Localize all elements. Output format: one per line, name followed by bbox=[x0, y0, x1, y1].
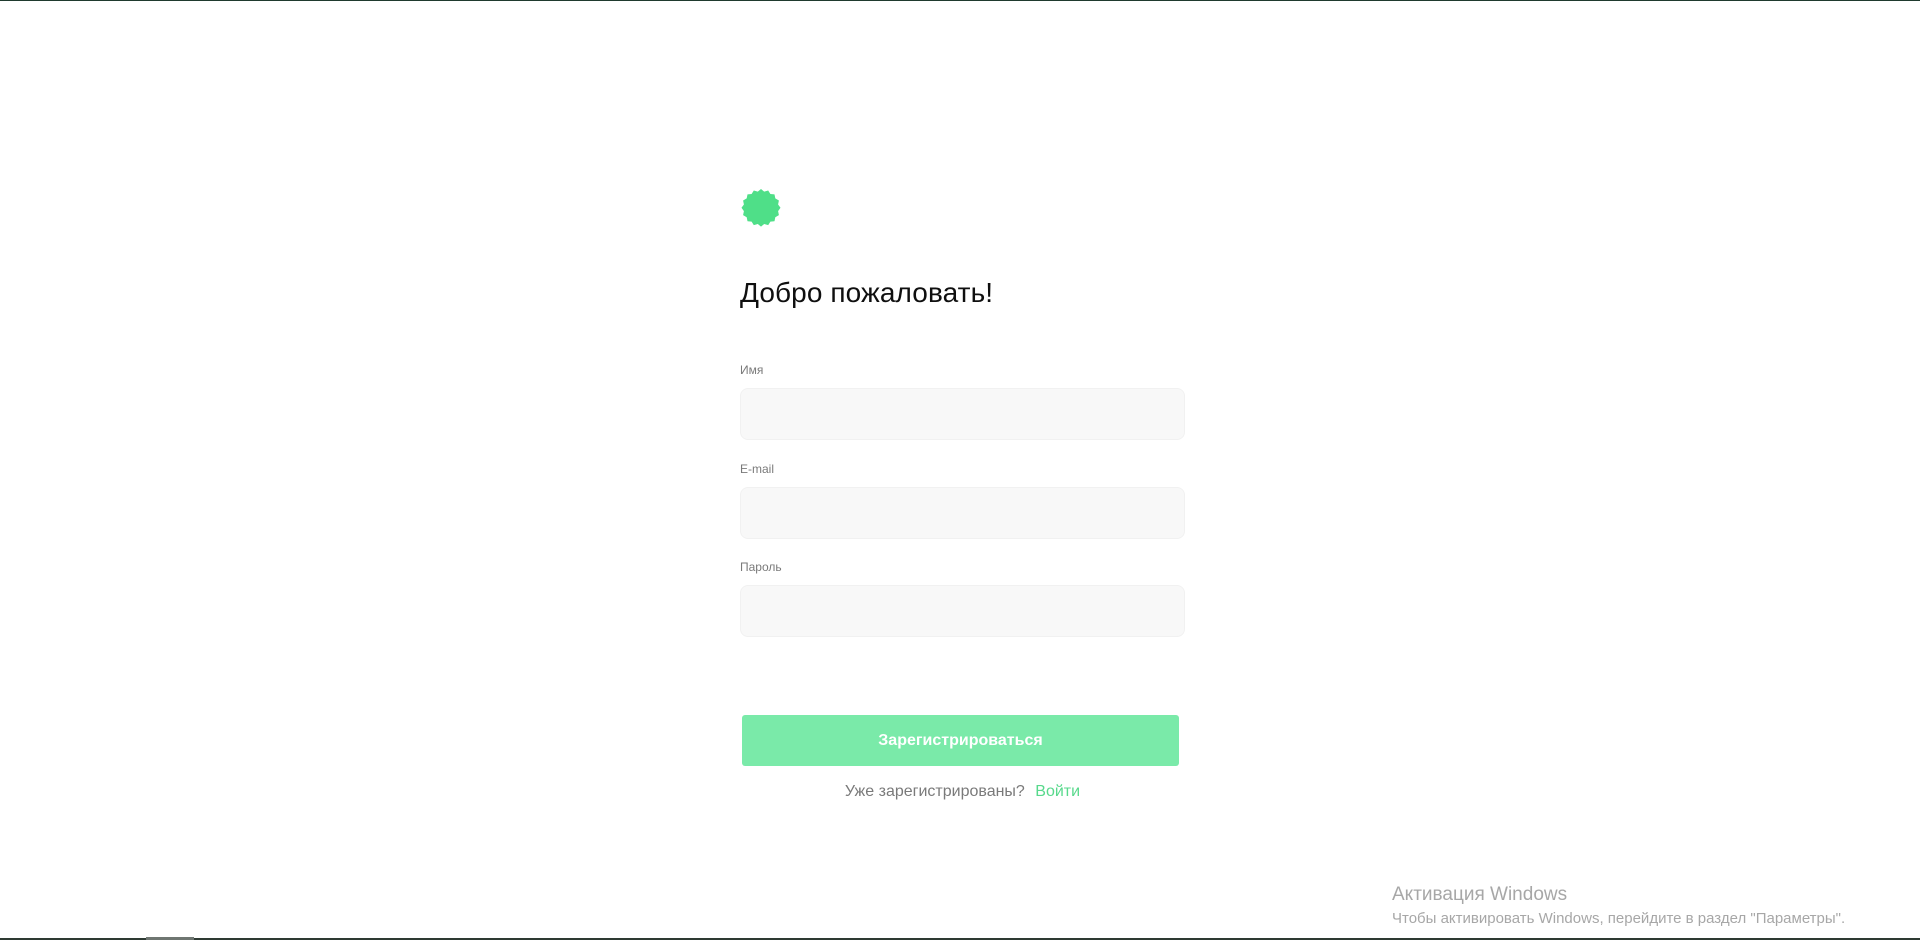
top-border bbox=[0, 0, 1920, 1]
password-input[interactable] bbox=[740, 585, 1185, 637]
already-registered-text: Уже зарегистрированы? bbox=[844, 783, 1025, 800]
windows-activation-notice: Активация Windows Чтобы активировать Win… bbox=[1392, 884, 1892, 928]
email-input[interactable] bbox=[740, 487, 1185, 539]
email-label: E-mail bbox=[740, 462, 775, 476]
name-input[interactable] bbox=[740, 388, 1185, 440]
page-title: Добро пожаловать! bbox=[740, 277, 994, 308]
windows-activation-title: Активация Windows bbox=[1392, 884, 1568, 905]
signin-row: Уже зарегистрированы? Войти bbox=[740, 782, 1185, 802]
name-label: Имя bbox=[740, 363, 764, 377]
register-button[interactable]: Зарегистрироваться bbox=[742, 715, 1179, 766]
green-badge-icon bbox=[741, 189, 781, 227]
password-label: Пароль bbox=[740, 560, 782, 574]
signin-link[interactable]: Войти bbox=[1035, 783, 1080, 800]
windows-activation-subtitle: Чтобы активировать Windows, перейдите в … bbox=[1392, 910, 1846, 927]
